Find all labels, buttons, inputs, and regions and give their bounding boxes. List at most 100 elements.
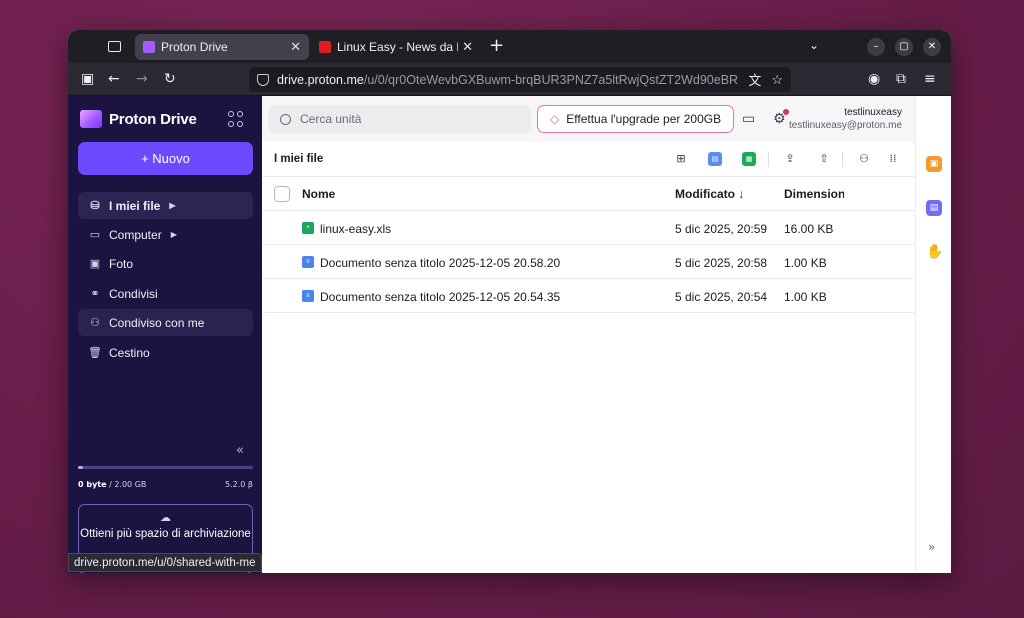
forward-icon[interactable]: →: [136, 71, 148, 87]
close-tab-icon[interactable]: ✕: [462, 39, 473, 55]
tab-proton-drive[interactable]: Proton Drive ✕: [135, 34, 309, 60]
file-name: Documento senza titolo 2025-12-05 20.58.…: [320, 256, 561, 270]
url-bar[interactable]: drive.proton.me/u/0/qr0OteWevbGXBuwm-brq…: [249, 67, 791, 92]
sidebar-item-1[interactable]: ⛁ I miei file ▶: [78, 192, 253, 219]
proton-drive-favicon-icon: [143, 41, 155, 53]
docs-app-icon[interactable]: ▤: [926, 200, 942, 216]
maximize-icon[interactable]: ▢: [895, 38, 913, 56]
table-row[interactable]: + linux-easy.xls 5 dic 2025, 20:59 16.00 KB: [262, 211, 915, 245]
file-panel: I miei file ⊞ ▤ ▦ ⇪ ⇧ ⚇ ⁞⁞ Nome Modifica…: [262, 142, 915, 573]
share-icon[interactable]: ⚇: [857, 152, 871, 166]
link-icon: ⚭: [90, 288, 100, 300]
file-modified: 5 dic 2025, 20:54: [675, 290, 768, 304]
upload-file-icon[interactable]: ⇧: [817, 152, 831, 166]
sidebar-item-3[interactable]: ▣ Foto: [78, 250, 253, 277]
close-window-icon[interactable]: ✕: [923, 38, 941, 56]
url-text: drive.proton.me/u/0/qr0OteWevbGXBuwm-brq…: [277, 72, 739, 87]
sidebar-item-label: Computer: [109, 227, 162, 242]
account-icon[interactable]: ◉: [868, 71, 880, 87]
new-folder-icon[interactable]: ⊞: [674, 152, 688, 166]
toolbar-divider: [768, 152, 769, 167]
brand-name: Proton Drive: [109, 110, 197, 128]
star-icon[interactable]: ☆: [771, 72, 783, 88]
sidebar-item-5[interactable]: ⚇ Condiviso con me: [78, 309, 253, 336]
close-tab-icon[interactable]: ✕: [290, 39, 301, 55]
sidebar-toggle-icon[interactable]: ▣: [81, 71, 94, 87]
wave-hand-icon[interactable]: ✋: [926, 244, 943, 260]
photo-icon: ▣: [89, 258, 101, 270]
upgrade-button[interactable]: ◇ Effettua l'upgrade per 200GB: [537, 105, 734, 133]
new-tab-icon[interactable]: +: [489, 36, 504, 56]
column-size[interactable]: Dimensione: [784, 187, 844, 201]
page-title: I miei file: [274, 153, 324, 165]
minimize-icon[interactable]: –: [867, 38, 885, 56]
file-name: linux-easy.xls: [320, 222, 392, 236]
collapse-sidebar-icon[interactable]: «: [236, 443, 244, 458]
extensions-icon[interactable]: ⧉: [896, 71, 906, 87]
tab-manager-icon[interactable]: [106, 39, 122, 55]
calendar-app-icon[interactable]: ▣: [926, 156, 942, 172]
grid-view-icon[interactable]: ⁞⁞: [886, 152, 900, 166]
document-file-icon: ≡: [302, 290, 314, 302]
file-modified: 5 dic 2025, 20:58: [675, 256, 768, 270]
table-row[interactable]: ≡ Documento senza titolo 2025-12-05 20.58…: [262, 245, 915, 279]
toolbar-divider: [842, 152, 843, 167]
sidebar-item-label: Foto: [109, 256, 134, 271]
storage-total: / 2.00 GB: [109, 480, 147, 489]
upgrade-label: Effettua l'upgrade per 200GB: [566, 112, 722, 126]
user-email: testlinuxeasy@proton.me: [789, 120, 902, 131]
new-spreadsheet-icon[interactable]: ▦: [742, 152, 756, 166]
back-icon[interactable]: ←: [108, 71, 120, 87]
reload-icon[interactable]: ↻: [164, 71, 176, 87]
search-icon: [280, 113, 291, 125]
file-name: Documento senza titolo 2025-12-05 20.54.…: [320, 290, 561, 304]
sidebar-item-6[interactable]: 🗑 Cestino: [78, 339, 253, 366]
tab-title: Proton Drive: [161, 40, 228, 54]
proton-drive-logo[interactable]: Proton Drive: [80, 110, 197, 128]
chevron-down-icon[interactable]: ⌄: [809, 38, 819, 52]
storage-used: 0 byte: [78, 480, 107, 489]
apps-grid-icon[interactable]: [228, 111, 244, 127]
sidebar-item-label: I miei file: [109, 198, 161, 213]
table-row[interactable]: ≡ Documento senza titolo 2025-12-05 20.54…: [262, 279, 915, 313]
caret-right-icon[interactable]: ▶: [169, 201, 175, 210]
linux-easy-favicon-icon: [319, 41, 331, 53]
storage-info: 0 byte / 2.00 GB 5.2.0 β: [78, 480, 253, 489]
promo-text: Ottieni più spazio di archiviazione: [80, 528, 251, 540]
users-icon: ⚇: [90, 317, 100, 329]
sidebar: Proton Drive + Nuovo ⛁ I miei file ▶ ▭ Compu…: [68, 96, 262, 573]
search-input[interactable]: Cerca unità: [268, 105, 531, 133]
sidebar-item-label: Cestino: [109, 345, 150, 360]
new-button[interactable]: + Nuovo: [78, 142, 253, 175]
caret-right-icon[interactable]: ▶: [171, 230, 177, 239]
diamond-icon: ◇: [550, 112, 560, 126]
file-toolbar: I miei file ⊞ ▤ ▦ ⇪ ⇧ ⚇ ⁞⁞: [262, 142, 915, 177]
menu-icon[interactable]: ≡: [924, 71, 936, 87]
computer-icon: ▭: [89, 229, 101, 241]
sidebar-item-label: Condivisi: [109, 286, 158, 301]
nav-bar: ▣ ← → ↻ drive.proton.me/u/0/qr0OteWevbGX…: [68, 63, 951, 96]
browser-window: Proton Drive ✕ Linux Easy - News da Mon …: [68, 30, 951, 573]
username: testlinuxeasy: [844, 107, 902, 118]
app-version: 5.2.0 β: [224, 480, 253, 489]
table-header: Nome Modificato ↓ Dimensione: [262, 177, 915, 211]
sidebar-item-2[interactable]: ▭ Computer ▶: [78, 221, 253, 248]
column-modified[interactable]: Modificato ↓: [675, 187, 744, 201]
shield-icon: [257, 73, 269, 86]
column-name[interactable]: Nome: [302, 187, 335, 201]
expand-rail-icon[interactable]: »: [928, 540, 935, 554]
devices-icon[interactable]: ▭: [742, 111, 755, 127]
right-rail: ▣ ▤ ✋ »: [915, 96, 951, 573]
upload-folder-icon[interactable]: ⇪: [783, 152, 797, 166]
select-all-checkbox[interactable]: [274, 186, 290, 202]
new-document-icon[interactable]: ▤: [708, 152, 722, 166]
sidebar-item-4[interactable]: ⚭ Condivisi: [78, 280, 253, 307]
proton-drive-logo-icon: [80, 110, 102, 128]
translate-icon[interactable]: 文: [748, 70, 761, 89]
file-size: 1.00 KB: [784, 256, 827, 270]
status-url: drive.proton.me/u/0/shared-with-me: [68, 553, 262, 572]
proton-drive-app: Proton Drive + Nuovo ⛁ I miei file ▶ ▭ Compu…: [68, 96, 951, 573]
user-info[interactable]: testlinuxeasy testlinuxeasy@proton.me: [782, 107, 902, 131]
tab-title: Linux Easy - News da Mon: [337, 40, 458, 54]
tab-linux-easy[interactable]: Linux Easy - News da Mon ✕: [311, 34, 481, 60]
